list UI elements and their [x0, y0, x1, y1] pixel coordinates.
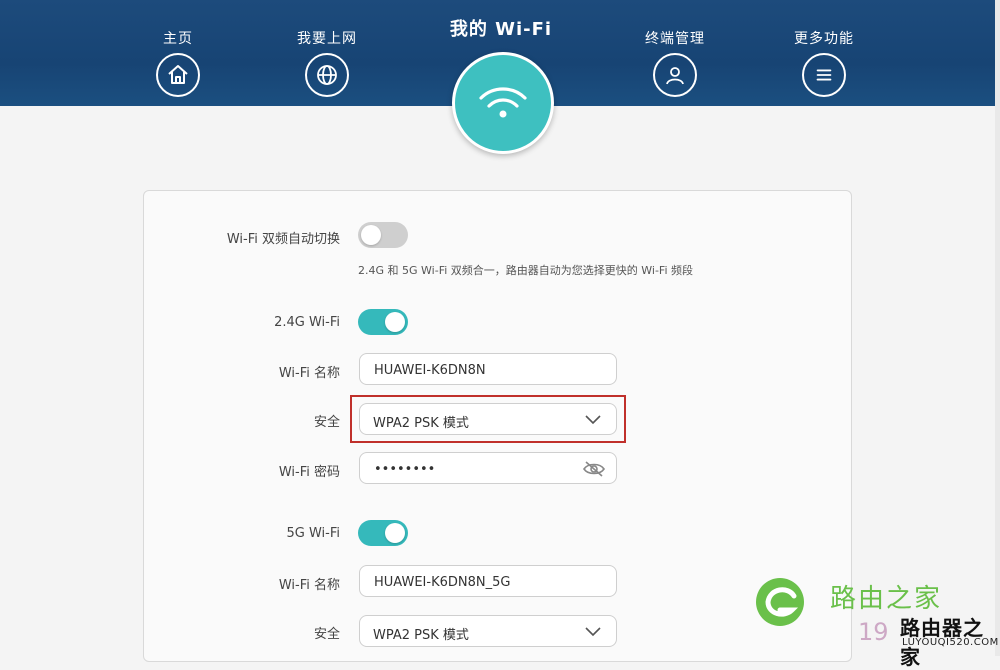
eye-slash-icon[interactable] [582, 460, 606, 478]
nav-home-label: 主页 [163, 31, 193, 47]
watermark-brand: 路由之家 [830, 584, 943, 614]
band-5-name-label: Wi-Fi 名称 [278, 578, 340, 593]
dual-band-hint: 2.4G 和 5G Wi-Fi 双频合一，路由器自动为您选择更快的 Wi-Fi … [358, 264, 694, 277]
band-24-ssid-field[interactable] [359, 353, 617, 386]
nav-internet[interactable]: 我要上网 [267, 0, 387, 106]
user-icon [653, 53, 697, 97]
band-24-security-label: 安全 [313, 415, 340, 430]
globe-icon [305, 53, 349, 97]
band-24-ssid-input[interactable] [372, 354, 576, 386]
nav-devices[interactable]: 终端管理 [615, 0, 735, 106]
nav-home[interactable]: 主页 [118, 0, 238, 106]
toggle-knob [385, 523, 405, 543]
band-24-password-label: Wi-Fi 密码 [278, 465, 340, 480]
band-5-ssid-field[interactable] [359, 565, 617, 598]
dual-band-label: Wi-Fi 双频自动切换 [226, 232, 340, 247]
band-24-label: 2.4G Wi-Fi [274, 315, 340, 330]
nav-internet-label: 我要上网 [297, 31, 357, 47]
band-5-security-value: WPA2 PSK 模式 [373, 628, 469, 643]
nav-more[interactable]: 更多功能 [764, 0, 884, 106]
band-24-toggle[interactable] [358, 309, 408, 335]
watermark-logo-icon [756, 578, 804, 626]
band-24-name-label: Wi-Fi 名称 [278, 366, 340, 381]
watermark-number: 19 [858, 618, 889, 646]
watermark-url: LUYOUQI520.COM [902, 637, 999, 648]
window-edge [995, 0, 1000, 656]
nav-my-wifi[interactable] [452, 52, 554, 154]
toggle-knob [385, 312, 405, 332]
nav-my-wifi-label: 我的 Wi-Fi [449, 19, 553, 40]
nav-more-label: 更多功能 [794, 31, 854, 47]
band-24-password-input[interactable] [372, 453, 576, 485]
band-5-security-label: 安全 [313, 627, 340, 642]
highlight-box [350, 395, 626, 443]
band-5-security-select[interactable]: WPA2 PSK 模式 [359, 615, 617, 647]
nav-devices-label: 终端管理 [645, 31, 705, 47]
wifi-icon [479, 87, 527, 118]
chevron-down-icon [585, 627, 601, 637]
dual-band-toggle[interactable] [358, 222, 408, 248]
band-5-ssid-input[interactable] [372, 566, 576, 598]
band-5-label: 5G Wi-Fi [286, 526, 341, 541]
band-5-toggle[interactable] [358, 520, 408, 546]
band-24-password-field[interactable] [359, 452, 617, 485]
menu-icon [802, 53, 846, 97]
toggle-knob [361, 225, 381, 245]
home-icon [156, 53, 200, 97]
